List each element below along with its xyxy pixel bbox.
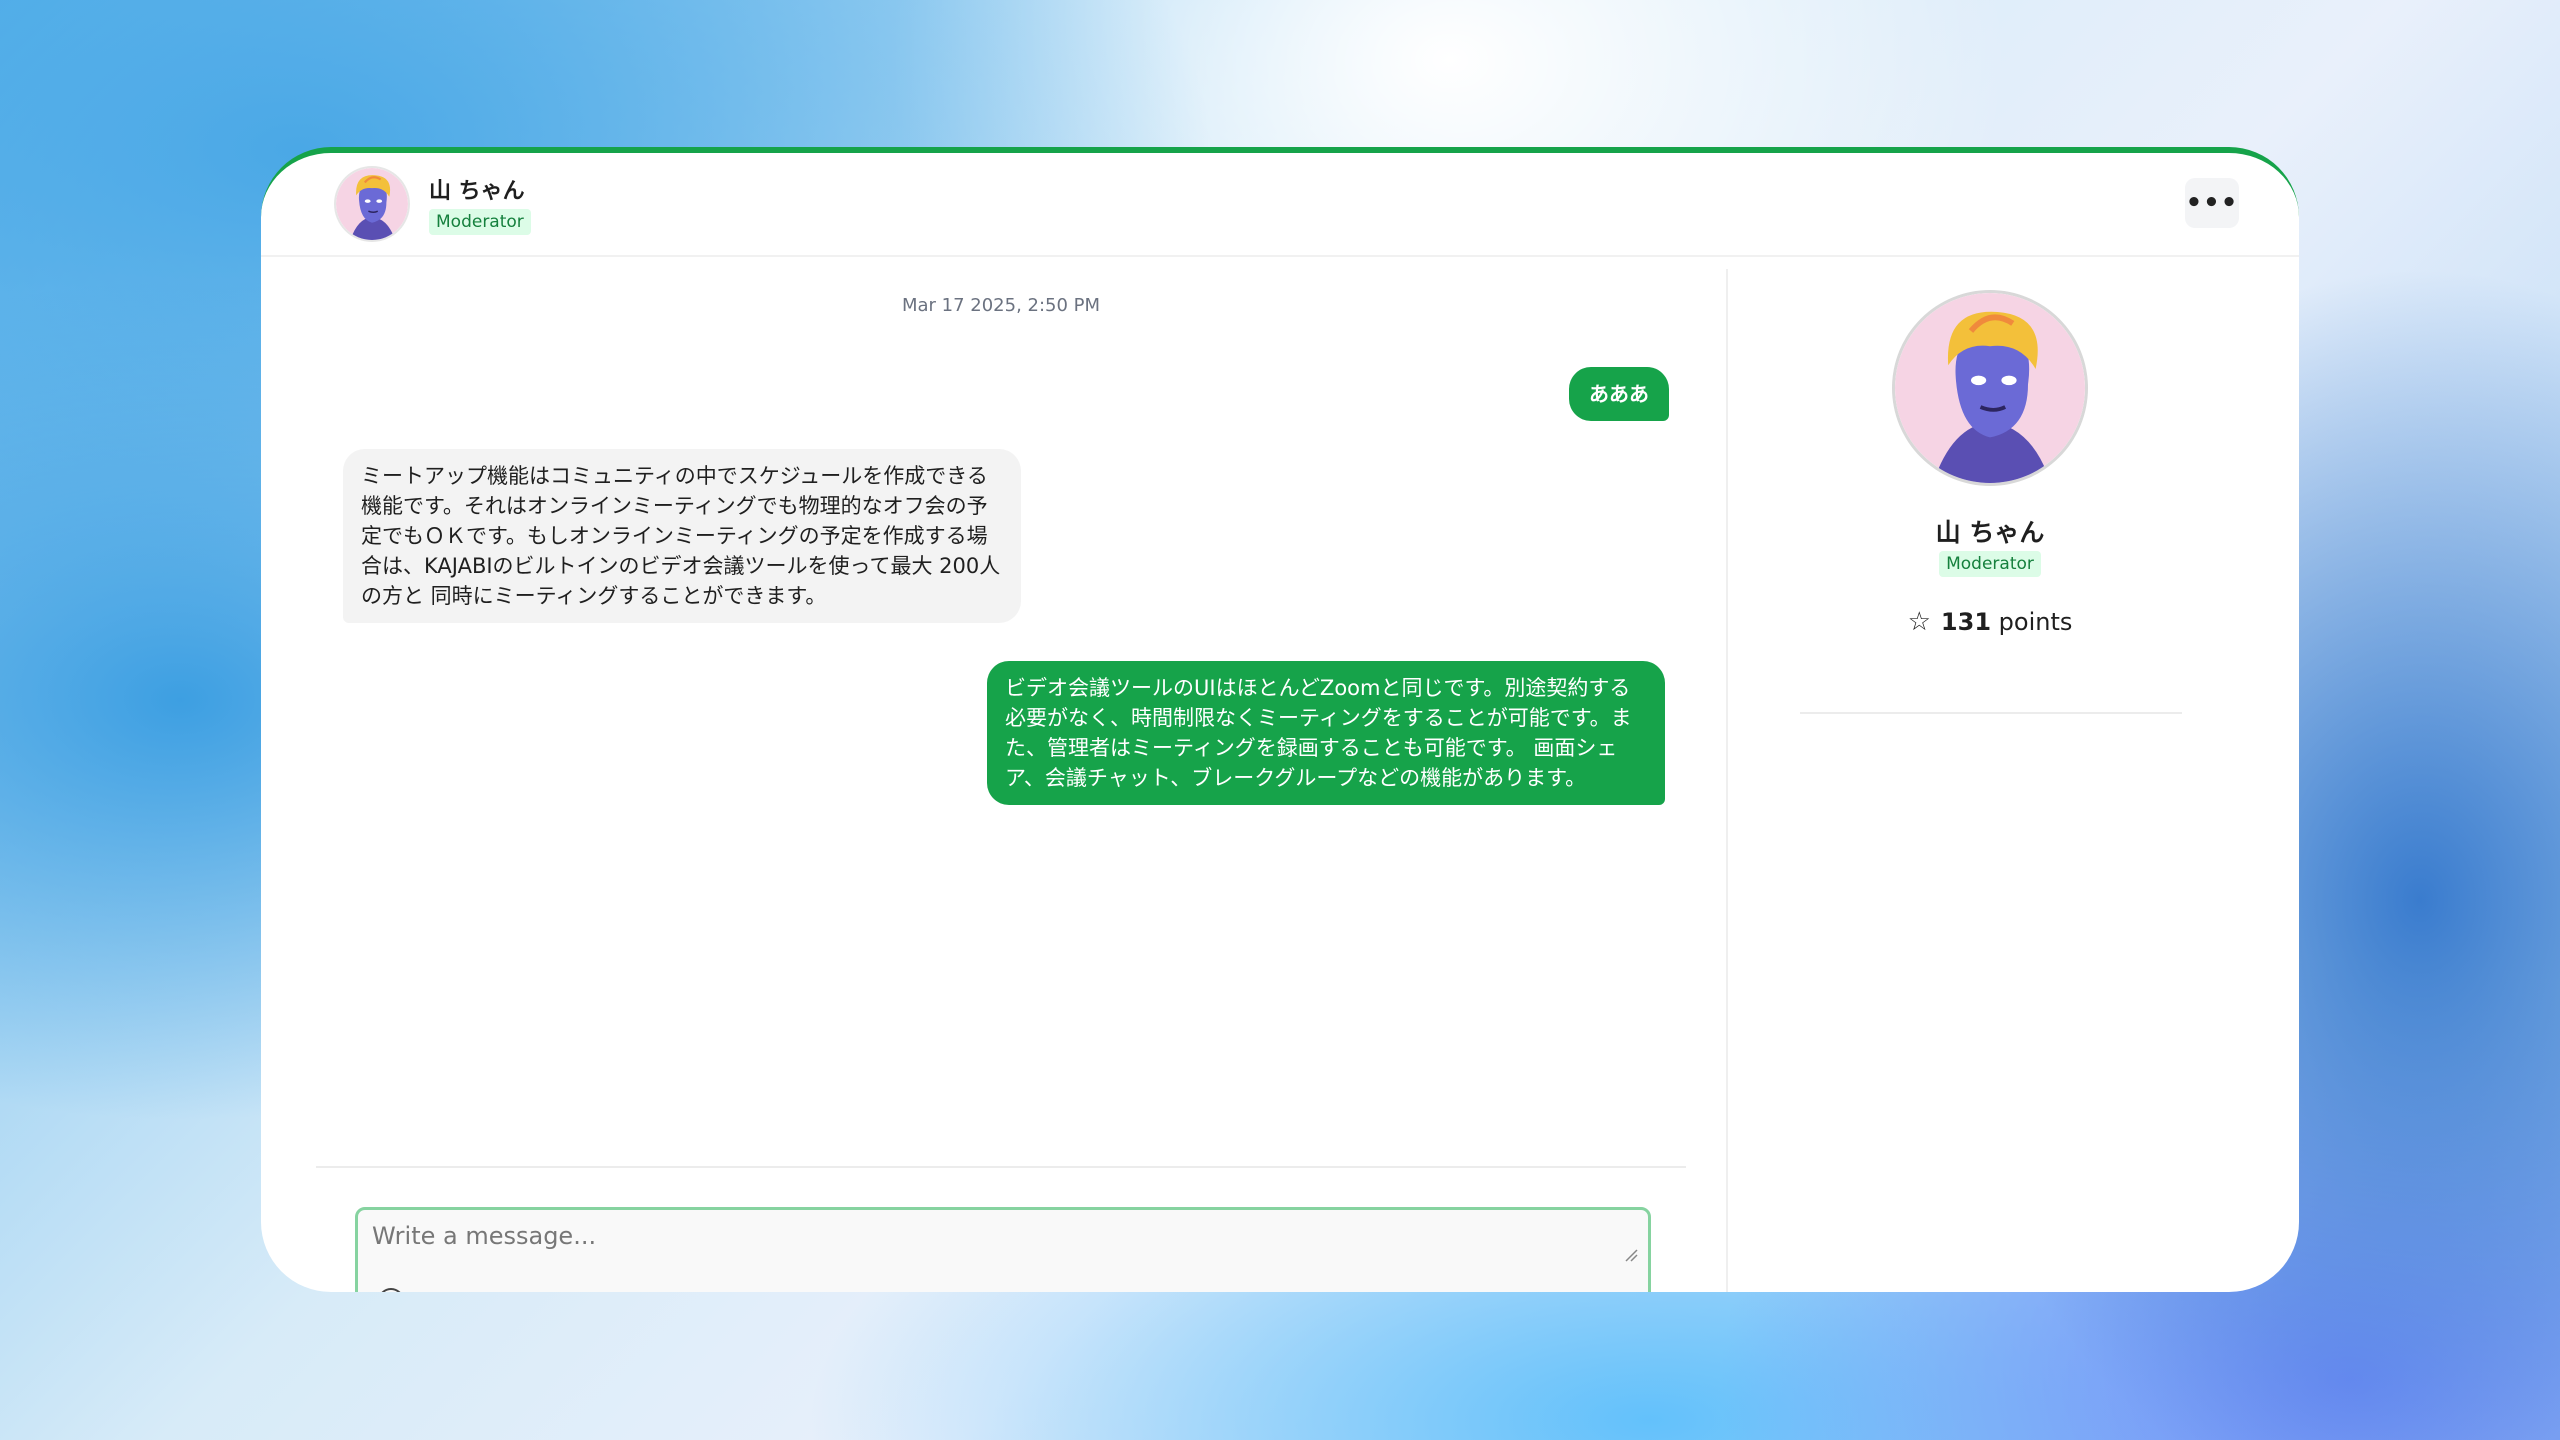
star-outline-icon: ☆ <box>1907 607 1931 637</box>
avatar-illustration <box>1895 293 2085 483</box>
role-badge: Moderator <box>1939 551 2041 577</box>
more-horizontal-icon: ••• <box>2185 188 2239 218</box>
send-icon[interactable]: ▲ <box>1607 1290 1624 1292</box>
profile-avatar[interactable] <box>1895 293 2085 483</box>
role-badge: Moderator <box>429 209 531 235</box>
profile-badge-row: Moderator <box>1728 551 2252 577</box>
points-row: ☆ 131 points <box>1728 607 2252 637</box>
message-bubble-outgoing[interactable]: ビデオ会議ツールのUIはほとんどZoomと同じです。別途契約する必要がなく、時間… <box>987 661 1665 805</box>
chat-header: 山 ちゃん Moderator ••• <box>261 153 2299 257</box>
profile-panel: 山 ちゃん Moderator ☆ 131 points <box>1728 257 2299 1292</box>
points-label: points <box>1998 608 2073 636</box>
message-input[interactable] <box>368 1218 1626 1266</box>
resize-handle-icon[interactable] <box>1624 1248 1638 1262</box>
header-user-name: 山 ちゃん <box>429 179 525 204</box>
plus-circle-icon[interactable] <box>378 1288 404 1292</box>
message-bubble-incoming[interactable]: ミートアップ機能はコミュニティの中でスケジュールを作成できる機能です。それはオン… <box>343 449 1021 623</box>
avatar[interactable] <box>336 168 408 240</box>
profile-divider <box>1800 712 2182 714</box>
chat-window: 山 ちゃん Moderator ••• Mar 17 2025, 2:50 PM… <box>261 147 2299 1292</box>
avatar-illustration <box>336 168 408 240</box>
points-value: 131 <box>1940 608 1992 636</box>
message-timestamp: Mar 17 2025, 2:50 PM <box>901 295 1101 316</box>
message-composer: … ⌄ ⁄⁄ ▲ <box>355 1207 1651 1292</box>
composer-divider <box>316 1166 1686 1168</box>
profile-name: 山 ちゃん <box>1935 518 2045 547</box>
more-options-button[interactable]: ••• <box>2185 178 2239 228</box>
composer-toolbar-text[interactable]: … ⌄ ⁄⁄ <box>436 1290 492 1292</box>
message-bubble-outgoing[interactable]: あああ <box>1569 367 1669 421</box>
